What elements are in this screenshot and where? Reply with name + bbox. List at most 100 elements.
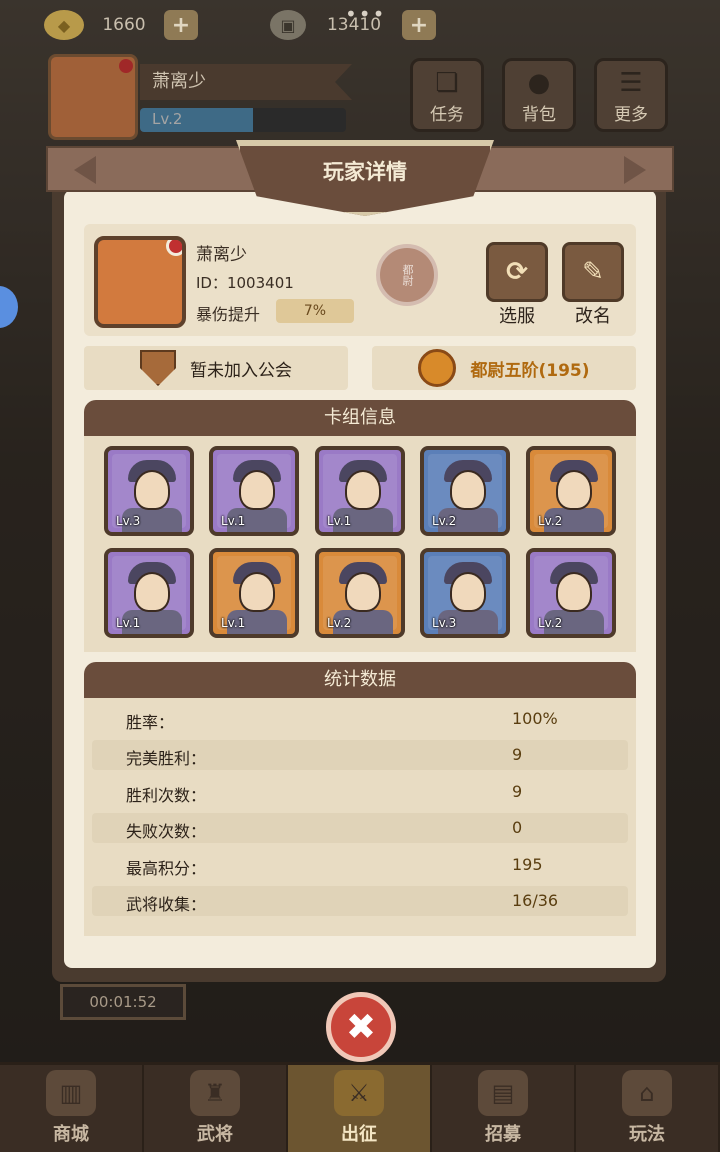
player-avatar[interactable] [48,54,138,140]
crit-value: 7% [276,299,354,323]
nav-battle[interactable]: ⚔ 出征 [288,1065,432,1152]
general-portrait [345,572,381,612]
shop-icon: ▥ [46,1070,96,1116]
player-name: 萧离少 [140,64,352,100]
stat-label: 完美胜利： [126,749,207,769]
refresh-icon: ⟳ [506,257,528,287]
player-level: Lv.2 [152,110,183,128]
profile-avatar[interactable] [94,236,186,328]
bag-label: 背包 [522,105,556,125]
deck-card[interactable]: Lv.3 [420,548,510,638]
deck-section-header: 卡组信息 [84,400,636,436]
deck-card[interactable]: Lv.2 [526,548,616,638]
rank-status: 都尉五阶(195) [470,360,590,381]
stat-label: 武将收集： [126,895,207,914]
deck-card[interactable]: Lv.1 [209,548,299,638]
notification-dot [119,59,133,73]
scroll-icon: ❏ [435,68,459,98]
nav-generals[interactable]: ♜ 武将 [144,1065,288,1152]
stat-row: 完美胜利： 9 [92,740,628,771]
nav-shop-label: 商城 [53,1124,89,1145]
general-portrait [556,572,592,612]
gold-ingot-icon: ◆ [44,10,84,40]
modal-title: 玩家详情 [323,160,407,184]
list-icon: ☰ [619,68,643,98]
stat-value: 0 [512,818,523,838]
card-level: Lv.3 [116,514,141,528]
stat-value: 9 [512,745,523,765]
stat-value: 9 [512,781,523,801]
player-level-bar: Lv.2 [140,108,346,132]
guild-pill[interactable]: 暂未加入公会 [84,346,348,390]
stat-value: 195 [512,854,543,874]
stat-label: 胜利次数： [126,785,207,805]
nav-recruit-label: 招募 [485,1124,521,1145]
general-portrait [239,470,275,510]
stat-row: 最高积分： 195 [92,850,628,880]
general-portrait [134,470,170,510]
deck-card[interactable]: Lv.3 [104,446,194,536]
card-level: Lv.1 [221,616,246,630]
rename-label: 改名 [575,306,611,327]
add-coin-button[interactable]: + [402,10,436,40]
rank-pill[interactable]: 都尉五阶(195) [372,346,636,390]
rename-button[interactable]: ✎ [562,242,624,302]
close-button[interactable]: ✖ [326,992,396,1062]
more-button[interactable]: ☰ 更多 [594,58,668,132]
profile-id: ID：1003401 [196,274,294,292]
select-server-label: 选服 [499,306,535,327]
card-level: Lv.1 [221,514,246,528]
bottom-nav: ▥ 商城 ♜ 武将 ⚔ 出征 ▤ 招募 ⌂ 玩法 [0,1062,720,1152]
card-level: Lv.1 [116,616,141,630]
battle-icon: ⚔ [334,1070,384,1116]
stat-value: 100% [512,709,558,728]
stat-row: 武将收集： 16/36 [92,886,628,916]
select-server-button[interactable]: ⟳ [486,242,548,302]
stat-row: 胜利次数： 9 [92,777,628,807]
stats-section-header: 统计数据 [84,662,636,698]
deck-card[interactable]: Lv.1 [104,548,194,638]
quest-button[interactable]: ❏ 任务 [410,58,484,132]
stat-row: 失败次数： 0 [92,813,628,844]
card-level: Lv.2 [327,616,352,630]
crit-label: 暴伤提升 [196,305,261,324]
bag-icon: ● [527,68,551,98]
more-label: 更多 [614,105,648,125]
add-gold-button[interactable]: + [164,10,198,40]
quest-label: 任务 [430,105,464,125]
guild-status: 暂未加入公会 [190,360,292,381]
bag-button[interactable]: ● 背包 [502,58,576,132]
general-portrait [556,470,592,510]
stat-label: 失败次数： [126,822,207,842]
deck-card[interactable]: Lv.2 [315,548,405,638]
gold-currency: ◆ 1660 + [44,8,198,42]
rank-badge-icon: 都尉 [376,244,438,306]
general-portrait [450,470,486,510]
nav-generals-label: 武将 [197,1124,233,1145]
nav-recruit[interactable]: ▤ 招募 [432,1065,576,1152]
pencil-icon: ✎ [582,257,604,287]
general-portrait [345,470,381,510]
nav-modes[interactable]: ⌂ 玩法 [576,1065,720,1152]
right-arrow-decoration [624,156,646,184]
deck-card[interactable]: Lv.2 [420,446,510,536]
general-portrait [134,572,170,612]
general-portrait [450,572,486,612]
stat-label: 最高积分： [126,858,207,878]
more-dots-icon[interactable]: ••• [345,2,386,26]
stat-row: 胜率： 100% [92,704,628,734]
card-level: Lv.3 [432,616,457,630]
deck-card[interactable]: Lv.1 [209,446,299,536]
copper-coin-icon: ▣ [270,10,306,40]
stat-value: 16/36 [512,891,559,910]
card-level: Lv.2 [538,514,563,528]
card-level: Lv.2 [538,616,563,630]
nav-shop[interactable]: ▥ 商城 [0,1065,144,1152]
card-level: Lv.2 [432,514,457,528]
deck-card[interactable]: Lv.1 [315,446,405,536]
left-arrow-decoration [74,156,96,184]
nav-modes-label: 玩法 [629,1124,665,1145]
deck-card[interactable]: Lv.2 [526,446,616,536]
guild-shield-icon [140,350,176,386]
nav-battle-label: 出征 [341,1124,377,1145]
